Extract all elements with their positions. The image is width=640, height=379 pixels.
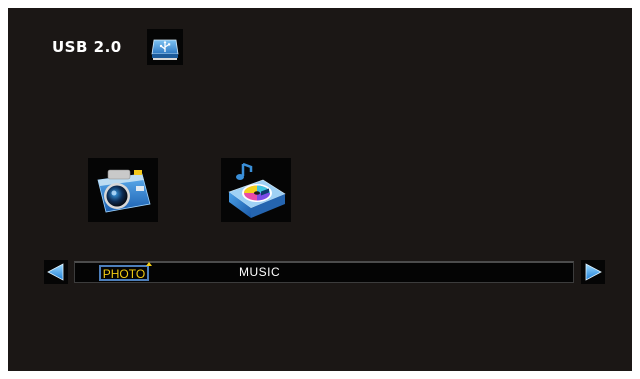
music-app-tile[interactable]	[221, 158, 291, 222]
usb-source-button[interactable]	[147, 29, 183, 65]
tv-media-screen: USB 2.0 PHOTO MUSIC	[8, 8, 632, 371]
arrow-left-icon	[47, 263, 64, 281]
usb-drive-icon	[151, 39, 179, 60]
source-title: USB 2.0	[52, 38, 122, 56]
media-menu-bar: PHOTO MUSIC	[74, 261, 574, 283]
selection-indicator	[146, 262, 152, 266]
camera-icon	[97, 169, 151, 213]
menu-item-label: MUSIC	[239, 265, 281, 279]
photo-app-tile[interactable]	[88, 158, 158, 222]
arrow-right-icon	[585, 263, 602, 281]
menu-item-label: PHOTO	[102, 267, 146, 281]
nav-left-button[interactable]	[44, 260, 68, 284]
music-player-icon	[228, 162, 286, 218]
nav-right-button[interactable]	[581, 260, 605, 284]
menu-item-photo[interactable]: PHOTO	[99, 262, 152, 281]
menu-item-music[interactable]: MUSIC	[239, 265, 280, 281]
